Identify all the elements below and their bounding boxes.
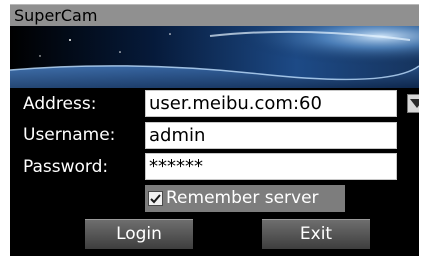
remember-server-checkbox[interactable] — [148, 191, 163, 206]
banner-image — [10, 26, 419, 88]
password-label: Password: — [23, 157, 109, 177]
window-title: SuperCam — [14, 6, 98, 25]
password-field[interactable]: ****** — [145, 153, 397, 180]
login-button[interactable]: Login — [85, 219, 193, 249]
address-label: Address: — [23, 94, 97, 114]
login-screen: Address: user.meibu.com:60 Username: adm… — [10, 26, 419, 256]
triangle-down-icon — [410, 99, 419, 108]
exit-button[interactable]: Exit — [262, 219, 370, 249]
username-label: Username: — [23, 125, 116, 145]
remember-server-toggle[interactable]: Remember server — [145, 185, 345, 212]
checkmark-icon — [150, 194, 161, 204]
username-field[interactable]: admin — [145, 122, 397, 149]
remember-server-label: Remember server — [166, 188, 319, 208]
address-field[interactable]: user.meibu.com:60 — [145, 90, 397, 117]
title-bar: SuperCam — [10, 4, 419, 26]
address-dropdown-button[interactable] — [407, 94, 419, 113]
